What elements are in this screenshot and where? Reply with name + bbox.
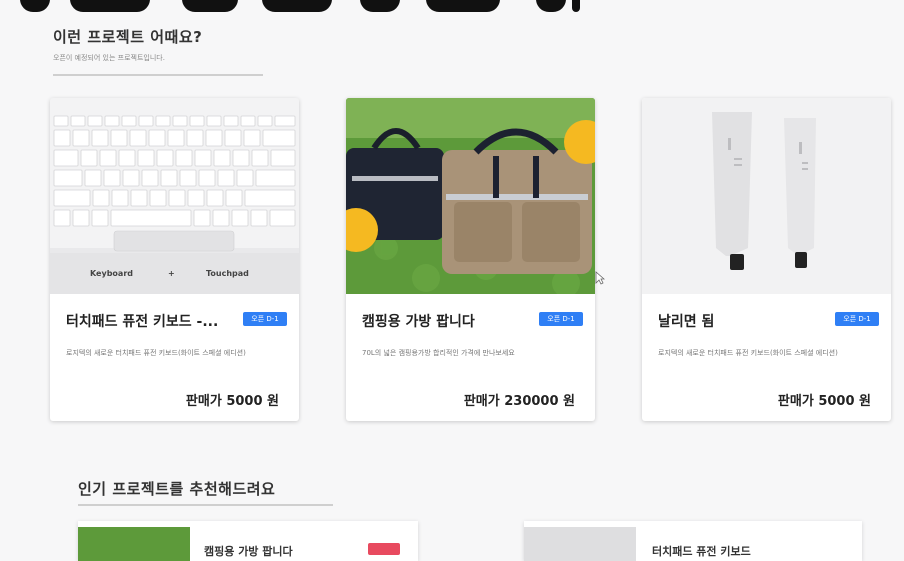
- card-description: 로지텍의 새로운 터치패드 퓨전 키보드(화이트 스페셜 에디션): [658, 349, 838, 357]
- popular-item-title: 캠핑용 가방 팝니다: [204, 545, 293, 558]
- keyboard-image-label-2: Touchpad: [206, 269, 249, 278]
- keyboard-image-plus: +: [168, 269, 175, 278]
- card-title: 터치패드 퓨전 키보드 -...: [66, 314, 219, 330]
- section-title-popular: 인기 프로젝트를 추천해드려요: [78, 480, 276, 498]
- popular-item-thumbnail: [78, 527, 190, 561]
- popular-item-keyboard[interactable]: 터치패드 퓨전 키보드: [524, 521, 862, 561]
- camping-bag-image: [346, 98, 595, 294]
- project-card-camping-bag[interactable]: 캠핑용 가방 팝니다 오픈 D-1 70L의 넓은 캠핑용가방 합리적인 가격에…: [346, 98, 595, 421]
- card-price: 판매가 5000 원: [185, 394, 279, 409]
- keyboard-image: Keyboard + Touchpad: [50, 98, 299, 294]
- mouse-cursor-icon: [595, 270, 606, 285]
- card-title: 캠핑용 가방 팝니다: [362, 314, 475, 330]
- keyboard-image-label: Keyboard: [90, 269, 133, 278]
- card-description: 로지텍의 새로운 터치패드 퓨전 키보드(화이트 스페셜 에디션): [66, 349, 246, 357]
- hot-badge: [368, 543, 400, 555]
- tube-product-image: [642, 98, 891, 294]
- popular-item-camping-bag[interactable]: 캠핑용 가방 팝니다: [78, 521, 418, 561]
- popular-item-thumbnail: [524, 527, 636, 561]
- card-price: 판매가 5000 원: [777, 394, 871, 409]
- card-description: 70L의 넓은 캠핑용가방 합리적인 가격에 만나보세요: [362, 349, 515, 357]
- card-title: 날리면 됨: [658, 314, 715, 330]
- project-card-tubes[interactable]: 날리면 됨 오픈 D-1 로지텍의 새로운 터치패드 퓨전 키보드(화이트 스페…: [642, 98, 891, 421]
- section-underline: [78, 504, 333, 506]
- cropped-header-text: [0, 0, 904, 14]
- section-subtitle-recommend: 오픈이 예정되어 있는 프로젝트입니다.: [53, 54, 165, 62]
- open-status-badge: 오픈 D-1: [243, 312, 287, 326]
- open-status-badge: 오픈 D-1: [835, 312, 879, 326]
- section-underline: [53, 74, 263, 76]
- open-status-badge: 오픈 D-1: [539, 312, 583, 326]
- popular-item-title: 터치패드 퓨전 키보드: [652, 545, 751, 558]
- card-price: 판매가 230000 원: [463, 394, 575, 409]
- section-title-recommend: 이런 프로젝트 어때요?: [53, 28, 203, 46]
- project-card-keyboard[interactable]: Keyboard + Touchpad 터치패드 퓨전 키보드 -... 오픈 …: [50, 98, 299, 421]
